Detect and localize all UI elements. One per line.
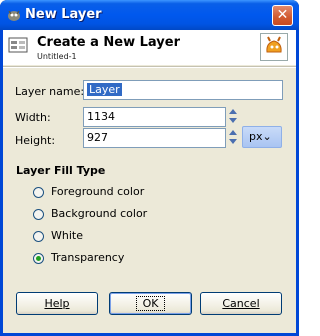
gimp-app-icon [8,10,20,21]
title-bar[interactable]: New Layer ✕ [0,0,299,30]
radio-background-color[interactable] [33,209,44,220]
radio-label-foreground[interactable]: Foreground color [51,185,144,198]
fill-type-heading: Layer Fill Type [16,164,106,177]
height-value: 927 [87,131,108,144]
chevron-down-icon: ⌄ [262,130,272,143]
layer-name-label: Layer name: [15,85,85,98]
width-spinner[interactable] [228,107,239,127]
help-button-label: Help [44,297,70,310]
window-frame-right [296,30,299,336]
image-thumbnail [260,33,288,61]
width-label: Width: [15,111,51,124]
close-icon: ✕ [276,7,289,23]
image-name: Untitled-1 [37,52,77,61]
radio-label-white[interactable]: White [51,229,83,242]
layers-icon [8,37,28,53]
radio-label-transparency[interactable]: Transparency [51,251,124,264]
spin-up-icon[interactable] [229,109,237,114]
window-title: New Layer [25,7,102,22]
spin-down-icon[interactable] [229,118,237,123]
unit-value: px [249,130,263,143]
header-separator [3,66,296,68]
spin-up-icon[interactable] [229,130,237,135]
layer-name-value: Layer [87,83,122,96]
radio-transparency[interactable] [33,253,44,264]
close-button[interactable]: ✕ [272,5,293,26]
wilber-thumbnail-icon [266,36,282,53]
cancel-button-label: Cancel [222,297,260,310]
layer-name-input[interactable]: Layer [83,80,283,100]
ok-button-label: OK [135,296,166,311]
radio-white[interactable] [33,231,44,242]
height-label: Height: [15,134,56,147]
height-input[interactable]: 927 [83,128,226,148]
help-button[interactable]: Help [16,292,98,315]
unit-dropdown[interactable]: px⌄ [242,126,282,148]
height-spinner[interactable] [228,128,239,148]
width-input[interactable]: 1134 [83,107,226,127]
new-layer-dialog: New Layer ✕ Create a New Layer Untitled-… [0,0,299,336]
radio-label-background[interactable]: Background color [51,207,147,220]
dialog-header: Create a New Layer Untitled-1 [3,30,296,65]
cancel-button[interactable]: Cancel [200,292,282,315]
width-value: 1134 [87,110,115,123]
dialog-body: Create a New Layer Untitled-1 Layer name… [3,30,296,333]
dialog-heading: Create a New Layer [37,35,180,50]
radio-foreground-color[interactable] [33,187,44,198]
ok-button[interactable]: OK [109,292,192,315]
spin-down-icon[interactable] [229,139,237,144]
